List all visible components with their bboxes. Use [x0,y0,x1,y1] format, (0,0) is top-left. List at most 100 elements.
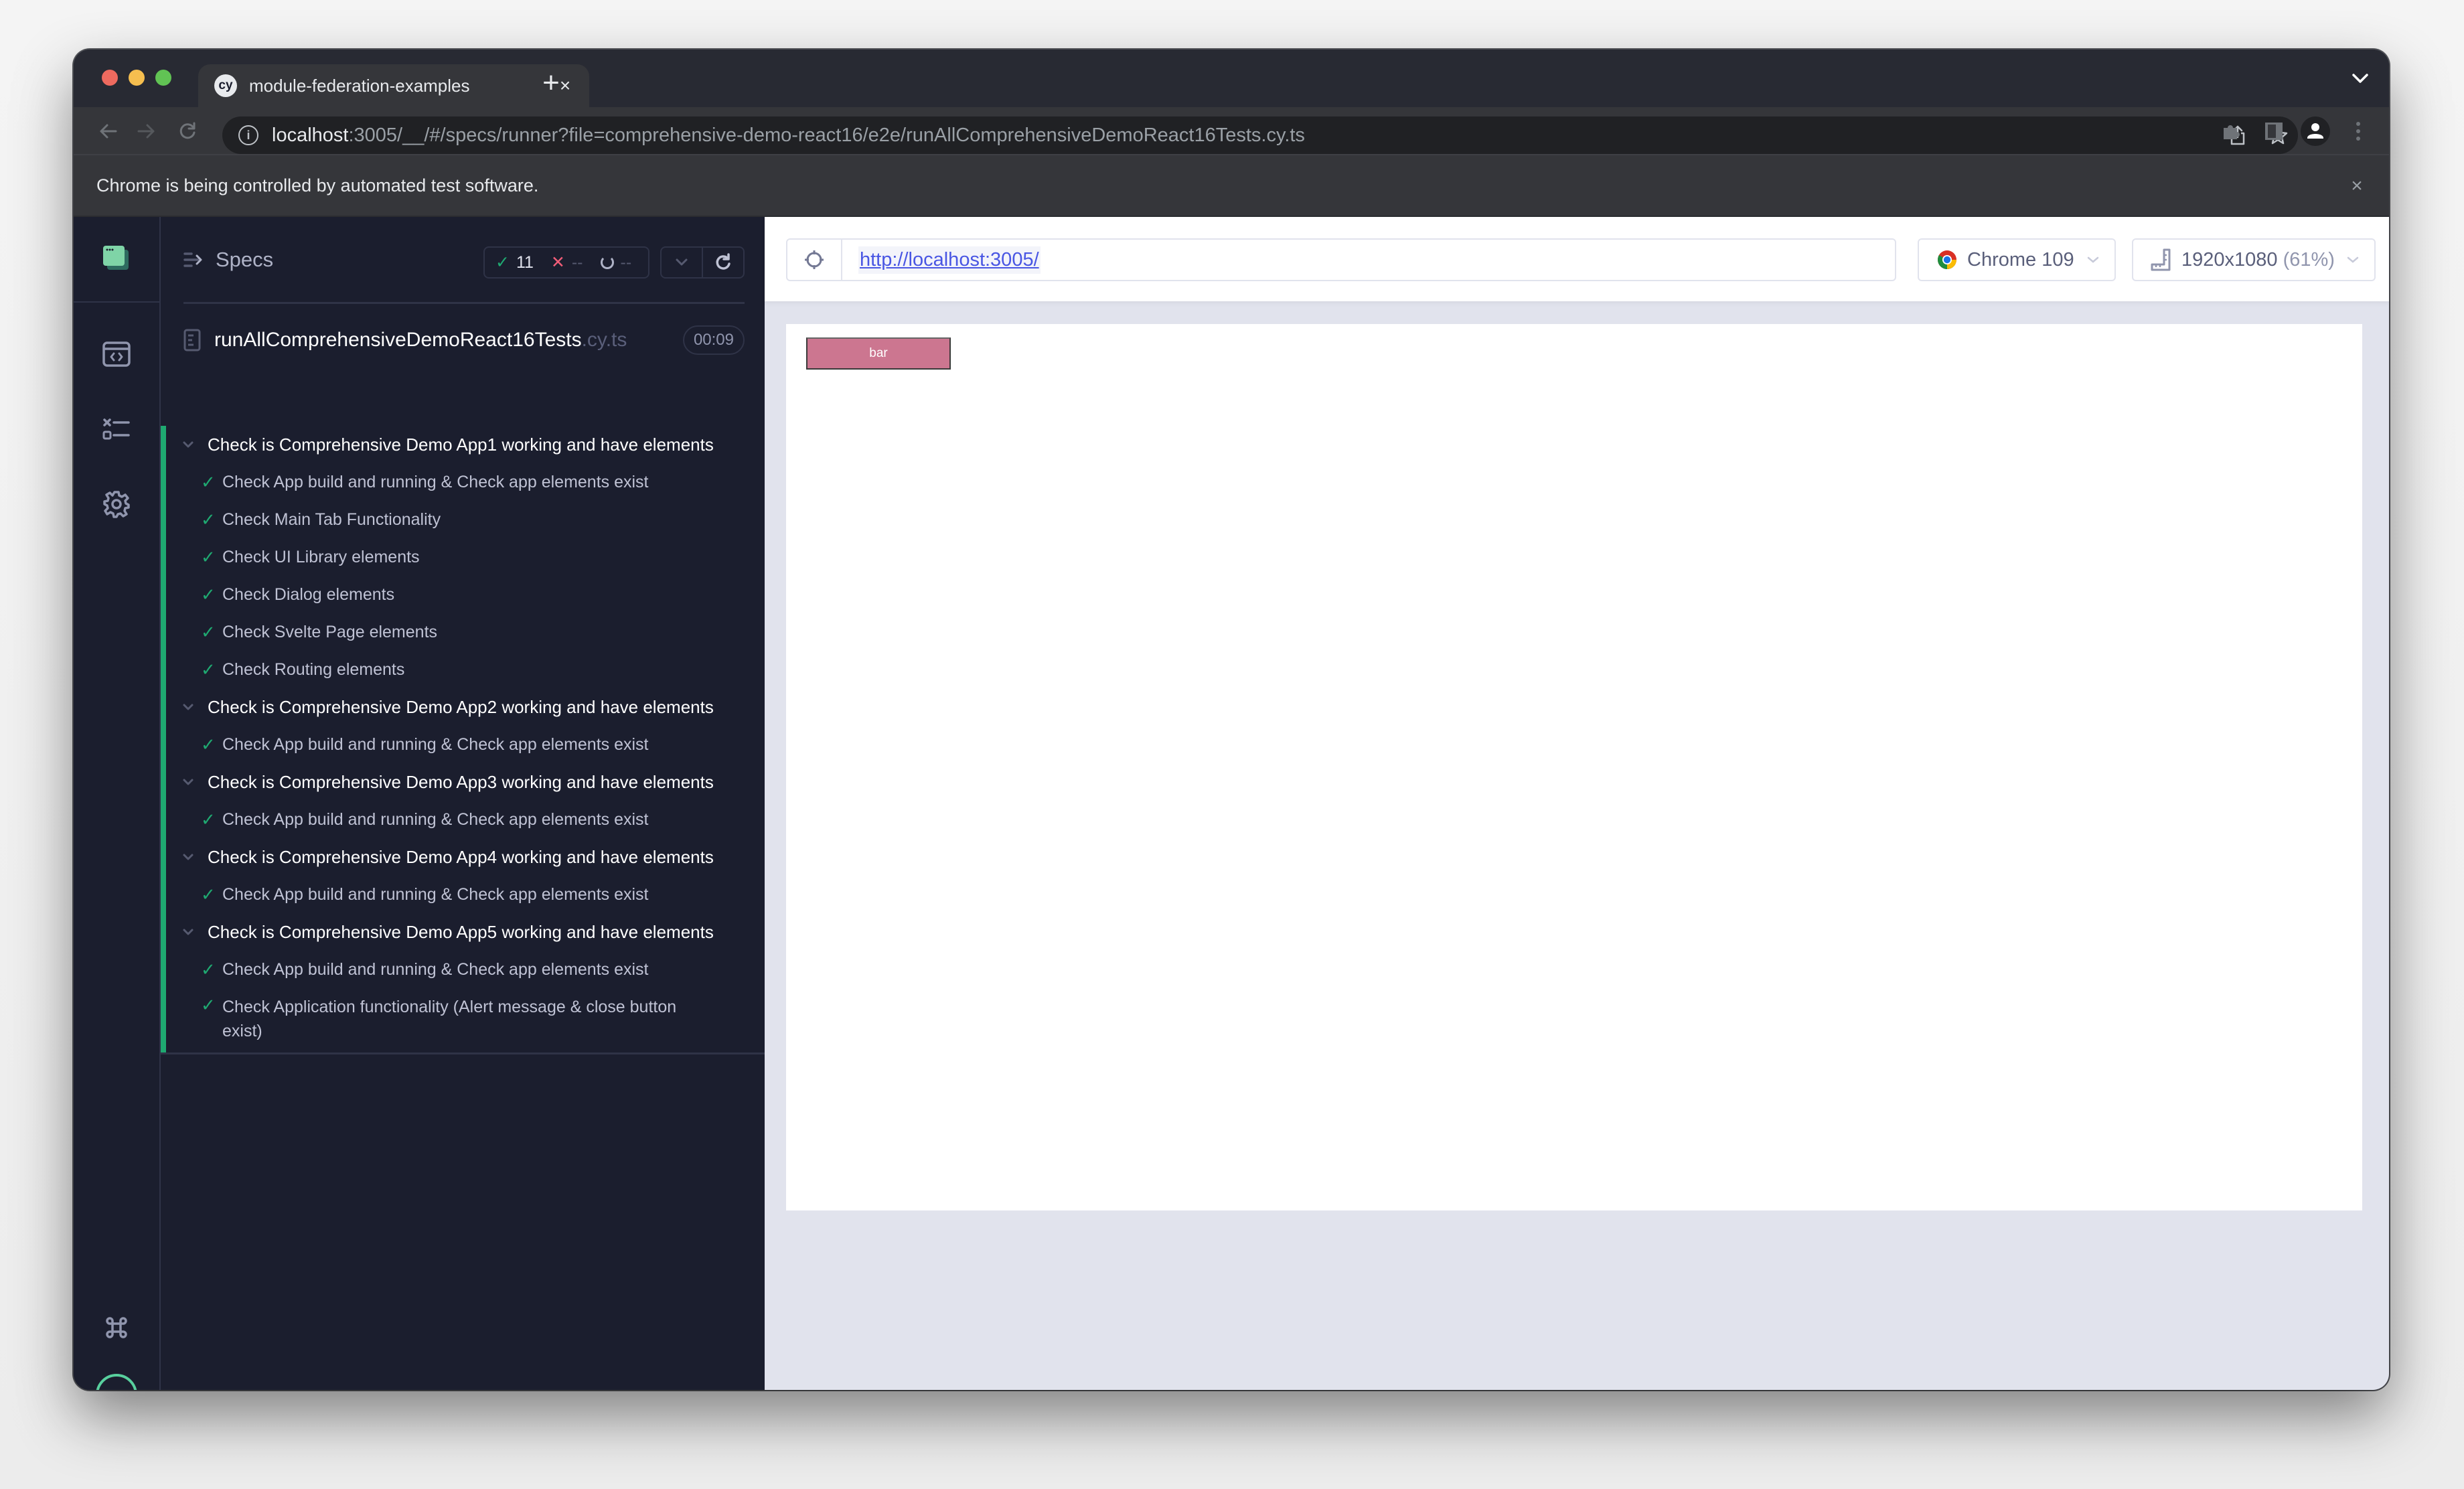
reload-icon[interactable] [173,116,202,146]
expand-collapse-button[interactable] [662,248,702,277]
back-arrow-icon[interactable] [94,116,123,146]
chevron-down-icon [182,928,198,936]
suite-row[interactable]: Check is Comprehensive Demo App2 working… [161,688,765,726]
test-row[interactable]: ✓ Check App build and running & Check app… [161,801,765,838]
maximize-window-button[interactable] [155,70,171,86]
document-icon [183,329,201,351]
project-window-icon [103,246,129,270]
reporter-header: Specs ✓ 11 ✕ -- -- [183,217,745,304]
suite-row[interactable]: Check is Comprehensive Demo App5 working… [161,913,765,951]
chevron-down-icon [2346,256,2360,264]
specs-label: Specs [216,248,274,271]
test-row[interactable]: ✓ Check Svelte Page elements [161,613,765,651]
spec-file-header: runAllComprehensiveDemoReact16Tests .cy.… [183,321,745,359]
passed-check-icon: ✓ [201,659,216,680]
profile-avatar-icon[interactable] [2297,116,2334,146]
cypress-logo[interactable]: cy [74,1364,159,1390]
chevron-down-icon [182,703,198,711]
suite-title: Check is Comprehensive Demo App2 working… [208,696,714,717]
side-panel-icon[interactable] [2255,116,2293,146]
passed-check-icon: ✓ [201,471,216,492]
cypress-app: cy Specs ✓ 11 ✕ -- -- [74,217,2389,1390]
automation-infobar: Chrome is being controlled by automated … [74,155,2389,217]
extensions-puzzle-icon[interactable] [2212,116,2250,146]
aut-header: http://localhost:3005/ Chrome 109 1920x1… [765,217,2389,301]
chrome-menu-kebab-icon[interactable] [2339,116,2377,146]
passed-count: 11 [516,252,534,272]
passed-check-icon: ✓ [201,959,216,979]
command-icon [106,1317,127,1338]
passed-check-icon: ✓ [201,734,216,755]
browser-tab[interactable]: cy module-federation-examples × [198,64,589,107]
new-tab-button[interactable]: + [534,63,568,103]
address-url[interactable]: localhost:3005/__/#/specs/runner?file=co… [272,125,2218,147]
test-row[interactable]: ✓ Check UI Library elements [161,538,765,576]
infobar-close-icon[interactable]: × [2343,173,2370,200]
suite-title: Check is Comprehensive Demo App1 working… [208,434,714,455]
sidebar-item-settings[interactable] [74,474,159,534]
bar-button[interactable]: bar [806,337,951,370]
chevron-down-icon [2086,256,2100,264]
selector-playground-button[interactable] [787,240,842,280]
address-bar[interactable]: i localhost:3005/__/#/specs/runner?file=… [222,116,2298,154]
suite-row[interactable]: Check is Comprehensive Demo App3 working… [161,763,765,801]
test-title: Check Svelte Page elements [222,623,438,641]
test-title: Check Application functionality (Alert m… [222,998,677,1040]
browser-toolbar: i localhost:3005/__/#/specs/runner?file=… [74,107,2389,155]
tab-search-chevron-down-icon[interactable] [2343,62,2377,95]
minimize-window-button[interactable] [129,70,145,86]
tab-title: module-federation-examples [249,75,470,96]
spec-file-extension: .cy.ts [581,329,627,351]
app-under-test-panel: http://localhost:3005/ Chrome 109 1920x1… [765,217,2389,1390]
test-row[interactable]: ✓ Check App build and running & Check app… [161,876,765,913]
passed-check-icon: ✓ [201,621,216,642]
project-logo[interactable] [74,217,159,303]
test-row[interactable]: ✓ Check App build and running & Check app… [161,463,765,501]
test-title: Check App build and running & Check app … [222,885,649,904]
test-title: Check Dialog elements [222,585,395,604]
test-row[interactable]: ✓ Check App build and running & Check app… [161,951,765,988]
test-row[interactable]: ✓ Check Dialog elements [161,576,765,613]
test-list-icon [102,418,130,440]
test-tree: Check is Comprehensive Demo App1 working… [161,426,765,1054]
viewport-selector[interactable]: 1920x1080 (61%) [2132,238,2376,281]
site-info-icon[interactable]: i [238,125,258,145]
sidebar-item-specs[interactable] [74,324,159,384]
failed-count: -- [571,252,583,272]
suite-title: Check is Comprehensive Demo App3 working… [208,771,714,792]
reporter-controls [660,246,745,279]
suite-row[interactable]: Check is Comprehensive Demo App4 working… [161,838,765,876]
crosshair-icon [805,250,824,269]
rerun-button[interactable] [702,248,743,277]
test-title: Check App build and running & Check app … [222,473,649,491]
aut-url-link[interactable]: http://localhost:3005/ [858,246,1041,274]
test-title: Check Main Tab Functionality [222,510,441,529]
test-row[interactable]: ✓ Check Application functionality (Alert … [161,988,765,1050]
spec-file-name: runAllComprehensiveDemoReact16Tests [214,329,582,351]
chrome-logo-icon [1938,250,1956,269]
passed-check-icon: ✓ [495,253,510,272]
test-row[interactable]: ✓ Check App build and running & Check app… [161,726,765,763]
spec-duration: 00:09 [682,325,745,355]
suite-title: Check is Comprehensive Demo App5 working… [208,921,714,942]
close-window-button[interactable] [102,70,118,86]
browser-window: cy module-federation-examples × + i loca… [74,50,2389,1390]
passed-check-icon: ✓ [201,584,216,605]
passed-check-icon: ✓ [201,509,216,530]
browser-selector[interactable]: Chrome 109 [1918,238,2116,281]
code-window-icon [102,341,131,367]
specs-toggle[interactable]: Specs [183,248,273,272]
test-row[interactable]: ✓ Check Main Tab Functionality [161,501,765,538]
test-row[interactable]: ✓ Check Routing elements [161,651,765,688]
automation-message: Chrome is being controlled by automated … [96,175,539,195]
suite-title: Check is Comprehensive Demo App4 working… [208,846,714,867]
tab-strip: cy module-federation-examples × + [74,50,2389,107]
gear-icon [103,491,130,518]
sidebar-item-runs[interactable] [74,399,159,459]
passed-check-icon: ✓ [201,884,216,905]
keyboard-shortcuts-button[interactable] [74,1298,159,1358]
pending-count: -- [620,252,632,272]
suite-row[interactable]: Check is Comprehensive Demo App1 working… [161,426,765,463]
tree-divider [161,1052,765,1054]
forward-arrow-icon[interactable] [131,116,161,146]
